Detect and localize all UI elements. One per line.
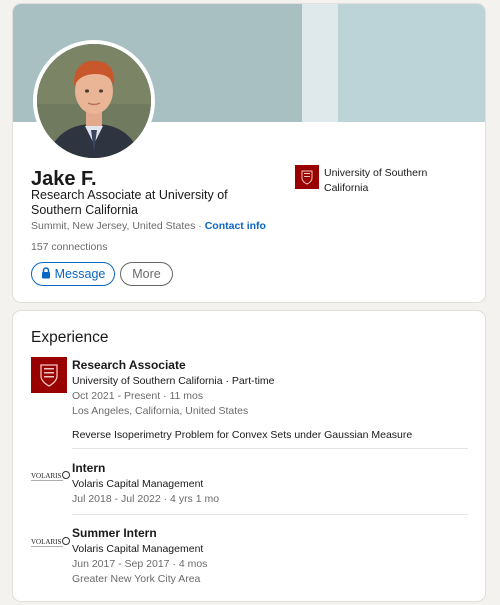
- contact-info-link[interactable]: Contact info: [205, 220, 266, 232]
- message-button-label: Message: [54, 267, 106, 281]
- job-location: Greater New York City Area: [72, 573, 201, 585]
- profile-card: Jake F. · Research Associate at Universi…: [13, 4, 485, 302]
- company-line: University of Southern California · Part…: [72, 375, 275, 387]
- name-suffix: ·: [88, 176, 92, 187]
- divider: [72, 514, 468, 515]
- education-school-name[interactable]: University of Southern California: [324, 166, 454, 195]
- usc-logo-icon[interactable]: [295, 165, 319, 189]
- profile-headline: Research Associate at University of Sout…: [31, 188, 228, 217]
- divider: [72, 448, 468, 449]
- job-dates: Oct 2021 - Present · 11 mos: [72, 390, 204, 402]
- experience-item[interactable]: VOLARIS Summer Intern Volaris Capital Ma…: [13, 522, 485, 597]
- volaris-logo-icon[interactable]: VOLARIS: [31, 469, 71, 481]
- experience-item[interactable]: VOLARIS Intern Volaris Capital Managemen…: [13, 456, 485, 516]
- job-title: Summer Intern: [72, 526, 157, 540]
- company-line: Volaris Capital Management: [72, 478, 204, 490]
- job-title: Research Associate: [72, 358, 186, 372]
- volaris-logo-text: VOLARIS: [31, 472, 61, 480]
- message-button[interactable]: Message: [31, 262, 115, 286]
- connections-count[interactable]: 157 connections: [31, 241, 107, 253]
- section-title: Experience: [31, 329, 109, 346]
- separator: ·: [195, 220, 205, 232]
- more-button-label: More: [132, 267, 161, 281]
- job-dates: Jul 2018 - Jul 2022 · 4 yrs 1 mo: [72, 493, 220, 505]
- job-location: Los Angeles, California, United States: [72, 405, 249, 417]
- company-line: Volaris Capital Management: [72, 543, 204, 555]
- job-title: Intern: [72, 461, 106, 475]
- profile-photo[interactable]: [33, 40, 155, 162]
- experience-card: Experience Research Associate University…: [13, 311, 485, 601]
- job-dates: Jun 2017 - Sep 2017 · 4 mos: [72, 558, 208, 570]
- profile-location: Summit, New Jersey, United States: [31, 220, 196, 232]
- volaris-logo-text: VOLARIS: [31, 538, 61, 546]
- more-button[interactable]: More: [120, 262, 173, 286]
- volaris-logo-icon[interactable]: VOLARIS: [31, 535, 71, 547]
- banner-band: [338, 4, 485, 122]
- location-line: Summit, New Jersey, United States · Cont…: [31, 220, 266, 232]
- experience-item[interactable]: Research Associate University of Souther…: [13, 355, 485, 450]
- usc-logo-icon[interactable]: [31, 357, 67, 393]
- lock-icon: [41, 266, 51, 282]
- job-description: Reverse Isoperimetry Problem for Convex …: [72, 429, 413, 441]
- banner-band: [302, 4, 338, 122]
